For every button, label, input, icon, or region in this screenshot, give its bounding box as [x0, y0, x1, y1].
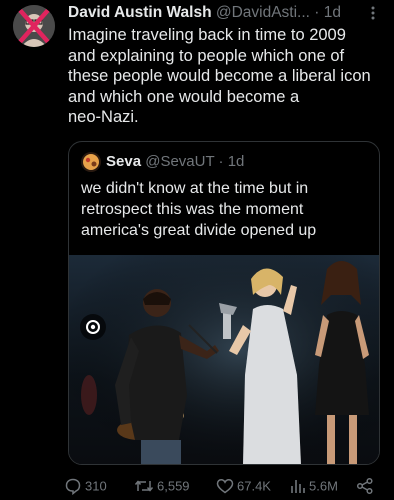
- quote-author-handle[interactable]: @SevaUT: [145, 153, 214, 170]
- views-button[interactable]: 5.6M: [290, 476, 338, 496]
- post-header: David Austin Walsh @DavidAsti... · 1d: [68, 3, 358, 22]
- quote-author-name[interactable]: Seva: [106, 153, 141, 170]
- post-text-line: Imagine traveling back in time to 2009: [68, 26, 346, 44]
- quote-text-line: retrospect this was the moment: [81, 201, 304, 218]
- more-icon[interactable]: [364, 4, 382, 22]
- action-bar: 310 6,559 67.4K 5.6M: [64, 476, 384, 496]
- author-avatar-image: [13, 5, 55, 47]
- post-text-line: and which one would become a: [68, 87, 300, 106]
- quote-header: Seva @SevaUT · 1d: [81, 152, 371, 172]
- author-handle[interactable]: @DavidAsti...: [216, 4, 310, 21]
- post-text-line: neo-Nazi.: [68, 108, 139, 126]
- post-time[interactable]: 1d: [324, 4, 341, 21]
- post-text: Imagine traveling back in time to 2009 a…: [68, 25, 388, 128]
- quote-time[interactable]: 1d: [228, 153, 245, 170]
- header-separator: ·: [314, 4, 320, 21]
- repost-count: 6,559: [157, 478, 190, 494]
- repost-icon: [134, 479, 154, 492]
- quote-text-line: america's great divide opened up: [81, 222, 317, 239]
- views-icon: [291, 479, 305, 493]
- quote-avatar-image: [81, 152, 101, 172]
- share-button[interactable]: [356, 476, 377, 496]
- quote-author-avatar[interactable]: [81, 152, 101, 172]
- quote-media-image[interactable]: [69, 255, 379, 464]
- author-avatar[interactable]: [13, 5, 55, 47]
- post-text-line: and explaining to people which one of: [68, 46, 345, 65]
- quoted-post-card[interactable]: Seva @SevaUT · 1d we didn't know at the …: [68, 141, 380, 465]
- quote-text: we didn't know at the time but in retros…: [81, 178, 371, 241]
- like-button[interactable]: 67.4K: [216, 476, 271, 496]
- repost-button[interactable]: 6,559: [134, 476, 190, 496]
- image-badge[interactable]: [80, 314, 106, 340]
- reply-count: 310: [85, 478, 107, 494]
- award-show-photo: [69, 255, 379, 464]
- reply-button[interactable]: 310: [64, 476, 107, 496]
- views-count: 5.6M: [309, 478, 338, 494]
- post-text-line: these people would become a liberal icon: [68, 67, 371, 85]
- reply-icon: [65, 478, 81, 495]
- quote-separator: ·: [218, 153, 224, 170]
- share-icon: [356, 477, 373, 494]
- heart-icon: [216, 478, 234, 493]
- author-name[interactable]: David Austin Walsh: [68, 4, 212, 21]
- like-count: 67.4K: [237, 478, 271, 494]
- image-badge-icon: [86, 320, 100, 334]
- quote-text-line: we didn't know at the time but in: [81, 180, 309, 197]
